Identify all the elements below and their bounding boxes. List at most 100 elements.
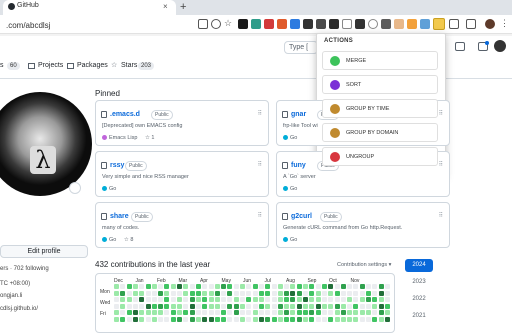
contribution-cell[interactable] <box>126 297 132 302</box>
action-button[interactable]: MERGE <box>322 51 438 70</box>
contribution-cell[interactable] <box>145 290 151 296</box>
extension-icon-8[interactable] <box>329 19 339 29</box>
contribution-cell[interactable] <box>384 284 390 289</box>
repo-name-link[interactable]: rssy <box>110 162 124 169</box>
contribution-cell[interactable] <box>183 290 189 296</box>
contribution-cell[interactable] <box>366 303 371 309</box>
contribution-cell[interactable] <box>126 303 132 309</box>
contribution-cell[interactable] <box>151 284 157 289</box>
contribution-cell[interactable] <box>202 284 208 289</box>
contribution-cell[interactable] <box>233 284 239 289</box>
contribution-cell[interactable] <box>170 297 176 302</box>
contribution-cell[interactable] <box>353 284 359 289</box>
contribution-cell[interactable] <box>202 297 208 302</box>
contribution-cell[interactable] <box>378 316 384 322</box>
contribution-cell[interactable] <box>366 310 371 315</box>
contribution-cell[interactable] <box>303 284 308 289</box>
contribution-cell[interactable] <box>372 316 378 322</box>
contribution-cell[interactable] <box>334 284 340 289</box>
contribution-cell[interactable] <box>183 310 189 315</box>
contribution-cell[interactable] <box>265 303 271 309</box>
contribution-cell[interactable] <box>303 290 308 296</box>
contribution-cell[interactable] <box>271 316 277 322</box>
contribution-cell[interactable] <box>296 284 302 289</box>
contribution-cell[interactable] <box>132 316 138 322</box>
contribution-cell[interactable] <box>340 284 346 289</box>
contribution-cell[interactable] <box>258 290 264 296</box>
action-button[interactable]: GROUP BY DOMAIN <box>322 123 438 142</box>
action-button[interactable]: GROUP BY TIME <box>322 99 438 118</box>
contribution-cell[interactable] <box>195 303 201 309</box>
contribution-cell[interactable] <box>284 316 290 322</box>
contribution-cell[interactable] <box>328 290 334 296</box>
contribution-cell[interactable] <box>214 316 220 322</box>
contribution-cell[interactable] <box>202 310 208 315</box>
contribution-cell[interactable] <box>384 297 390 302</box>
contribution-cell[interactable] <box>151 297 157 302</box>
contribution-cell[interactable] <box>252 284 258 289</box>
contribution-cell[interactable] <box>296 303 302 309</box>
action-button[interactable]: SORT <box>322 75 438 94</box>
contribution-cell[interactable] <box>277 303 283 309</box>
contribution-cell[interactable] <box>384 310 390 315</box>
contribution-cell[interactable] <box>221 303 227 309</box>
contribution-cell[interactable] <box>164 284 170 289</box>
contribution-cell[interactable] <box>139 284 145 289</box>
contribution-cell[interactable] <box>321 284 327 289</box>
contribution-cell[interactable] <box>195 290 201 296</box>
contribution-cell[interactable] <box>195 316 201 322</box>
contribution-cell[interactable] <box>170 316 176 322</box>
contribution-cell[interactable] <box>158 310 164 315</box>
contribution-cell[interactable] <box>303 310 308 315</box>
contribution-cell[interactable] <box>334 297 340 302</box>
contribution-cell[interactable] <box>183 316 189 322</box>
contribution-cell[interactable] <box>214 290 220 296</box>
extension-icon-7[interactable] <box>316 19 326 29</box>
contribution-cell[interactable] <box>378 310 384 315</box>
contribution-cell[interactable] <box>372 290 378 296</box>
contribution-cell[interactable] <box>384 290 390 296</box>
contribution-cell[interactable] <box>372 297 378 302</box>
edit-profile-button[interactable]: Edit profile <box>0 245 88 258</box>
url-text[interactable]: .com/abcdlsj <box>6 21 50 30</box>
extension-icon-14[interactable] <box>407 19 417 29</box>
contribution-cell[interactable] <box>177 303 182 309</box>
contribution-cell[interactable] <box>258 297 264 302</box>
tab-close-button[interactable]: × <box>163 2 168 11</box>
contribution-cell[interactable] <box>221 310 227 315</box>
contribution-cell[interactable] <box>315 316 321 322</box>
contribution-cell[interactable] <box>158 297 164 302</box>
contribution-cell[interactable] <box>309 316 315 322</box>
contribution-cell[interactable] <box>164 310 170 315</box>
contribution-cell[interactable] <box>271 284 277 289</box>
contribution-cell[interactable] <box>151 290 157 296</box>
contribution-cell[interactable] <box>208 303 214 309</box>
contribution-cell[interactable] <box>315 303 321 309</box>
contribution-cell[interactable] <box>164 303 170 309</box>
contribution-cell[interactable] <box>265 310 271 315</box>
contribution-cell[interactable] <box>132 310 138 315</box>
contribution-cell[interactable] <box>340 310 346 315</box>
contribution-cell[interactable] <box>233 310 239 315</box>
contribution-settings-button[interactable]: Contribution settings ▾ <box>337 262 391 268</box>
contribution-cell[interactable] <box>208 297 214 302</box>
contribution-cell[interactable] <box>120 297 126 302</box>
contribution-cell[interactable] <box>195 310 201 315</box>
contribution-cell[interactable] <box>233 303 239 309</box>
contribution-cell[interactable] <box>126 290 132 296</box>
contribution-cell[interactable] <box>195 284 201 289</box>
contribution-cell[interactable] <box>214 297 220 302</box>
drag-handle-icon[interactable]: ⠿ <box>258 212 262 219</box>
contribution-cell[interactable] <box>265 290 271 296</box>
extension-icon-11[interactable] <box>368 19 378 29</box>
contribution-cell[interactable] <box>303 316 308 322</box>
contribution-cell[interactable] <box>340 290 346 296</box>
contribution-cell[interactable] <box>139 310 145 315</box>
contribution-cell[interactable] <box>321 303 327 309</box>
contribution-cell[interactable] <box>296 290 302 296</box>
contribution-cell[interactable] <box>177 284 182 289</box>
contribution-cell[interactable] <box>309 284 315 289</box>
contribution-cell[interactable] <box>271 297 277 302</box>
followers-text[interactable]: ers · 702 following <box>0 266 49 272</box>
contribution-cell[interactable] <box>296 297 302 302</box>
